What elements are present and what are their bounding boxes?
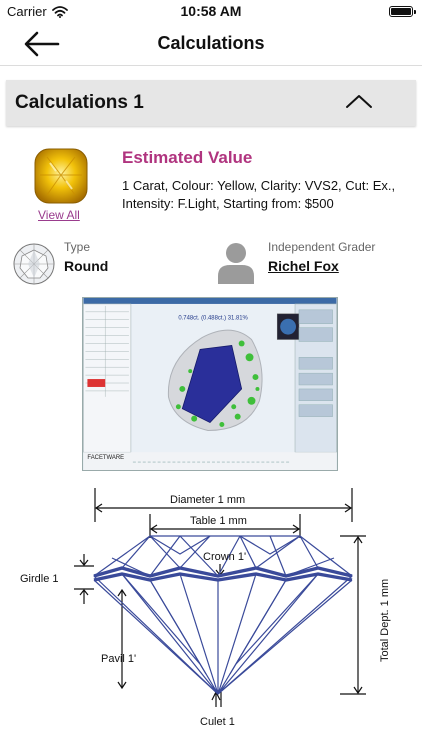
yellow-diamond-image[interactable] <box>32 145 90 207</box>
estimated-value-description: 1 Carat, Colour: Yellow, Clarity: VVS2, … <box>122 178 396 211</box>
type-value: Round <box>64 258 109 274</box>
type-label: Type <box>64 240 91 254</box>
person-avatar-icon <box>218 243 254 284</box>
view-all-link[interactable]: View All <box>38 208 80 222</box>
diamond-proportions-diagram: Diameter 1 mm Table 1 mm Crown 1' Girdle… <box>20 488 391 728</box>
pavil-label: Pavil 1' <box>101 653 136 665</box>
round-diamond-icon <box>13 243 55 285</box>
navigation-bar: Calculations <box>0 24 422 66</box>
status-time: 10:58 AM <box>180 3 242 19</box>
estimated-value-title: Estimated Value <box>122 148 253 167</box>
total-depth-label: Total Dept. 1 mm <box>379 579 391 662</box>
diamond-scan-image[interactable]: 0.748ct. (0.488ct.) 31.81% FACETWARE <box>82 297 338 471</box>
battery-icon <box>389 6 416 17</box>
table-label: Table 1 mm <box>190 515 247 527</box>
page-title: Calculations <box>157 33 265 53</box>
status-bar: Carrier 10:58 AM <box>0 0 422 24</box>
section-title: Calculations 1 <box>15 92 144 113</box>
calculation-section-header[interactable]: Calculations 1 <box>6 80 416 126</box>
culet-label: Culet 1 <box>200 716 235 728</box>
grader-name-link[interactable]: Richel Fox <box>268 258 339 274</box>
scan-header-text: 0.748ct. (0.488ct.) 31.81% <box>178 316 248 322</box>
grader-label: Independent Grader <box>268 240 376 254</box>
scan-brand-text: FACETWARE <box>87 455 124 461</box>
diameter-label: Diameter 1 mm <box>170 494 245 506</box>
crown-label: Crown 1' <box>203 551 246 563</box>
chevron-up-icon[interactable] <box>344 90 374 112</box>
girdle-label: Girdle 1 <box>20 573 59 585</box>
